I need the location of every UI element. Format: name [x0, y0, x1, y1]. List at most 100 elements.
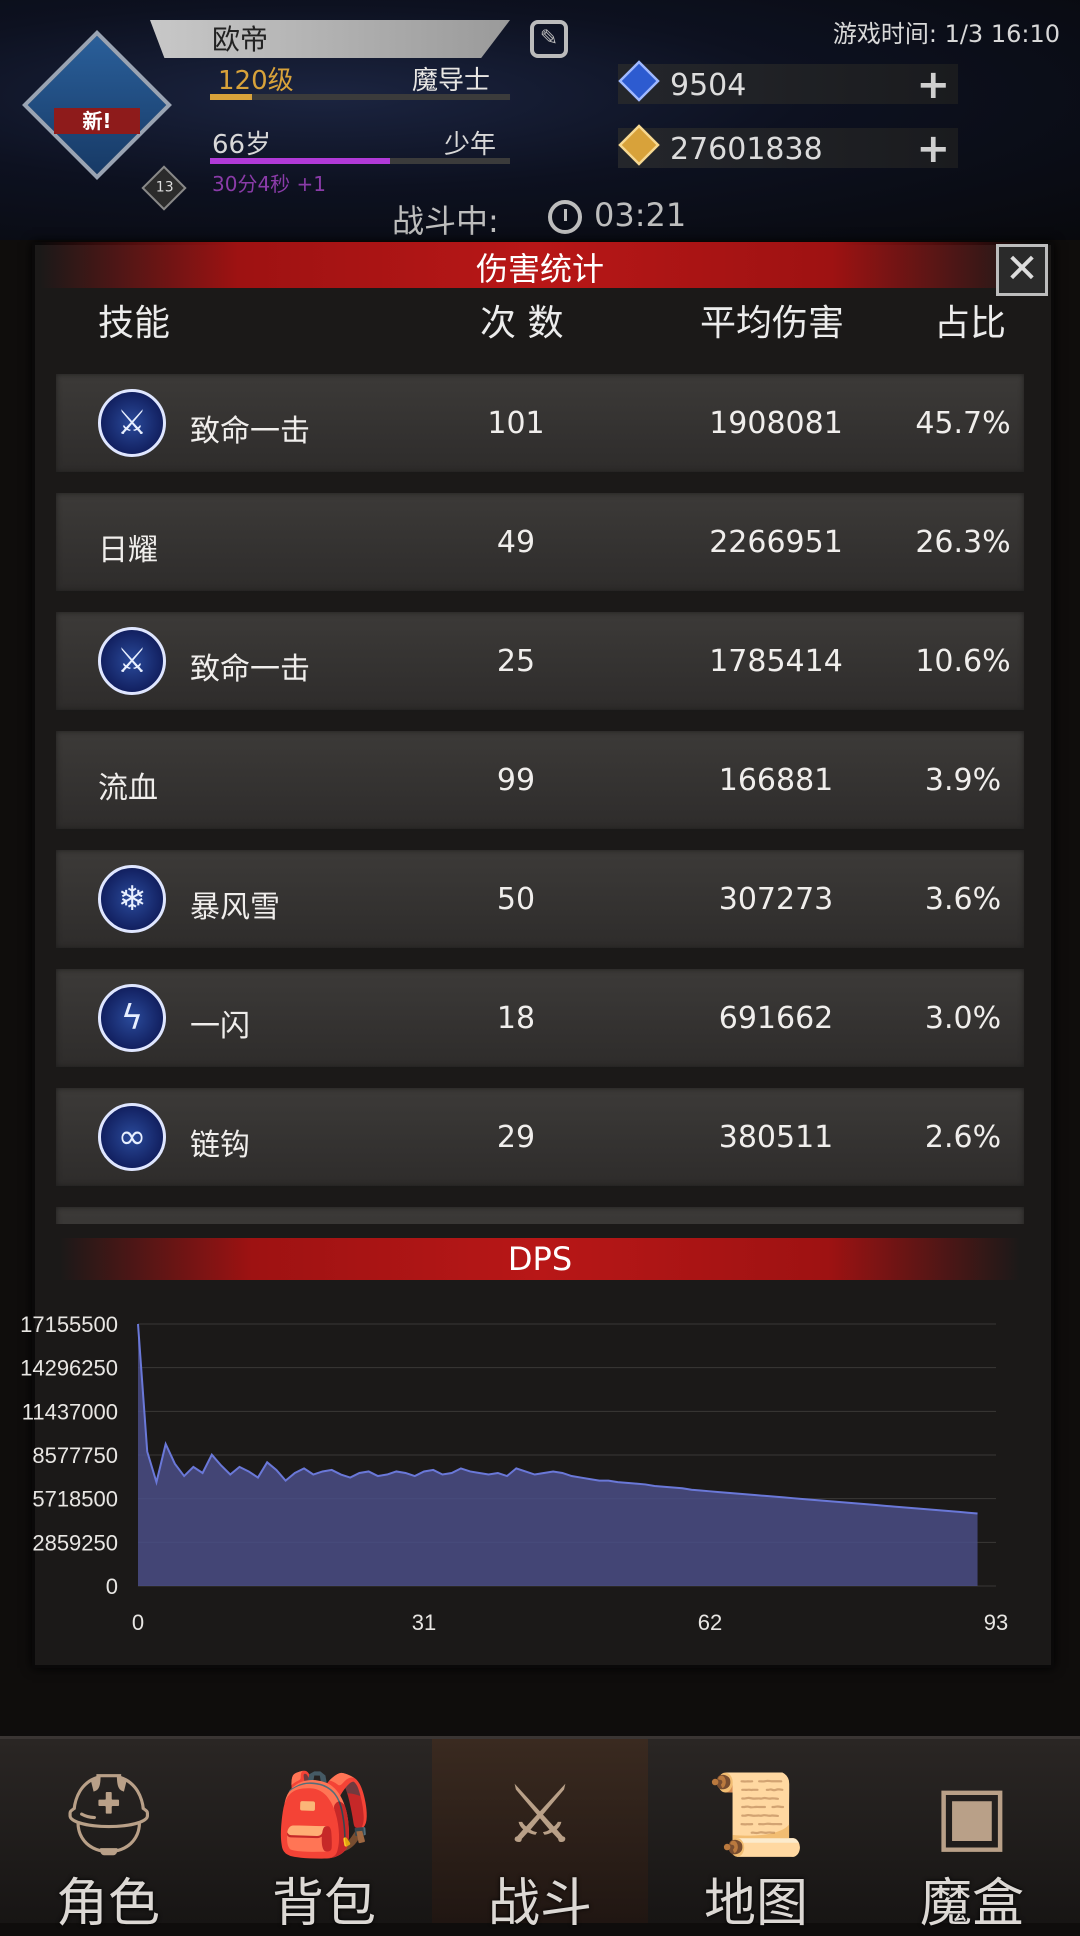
skill-ratio: 3.0% [924, 1001, 1002, 1036]
skill-name: 致命一击 [190, 652, 310, 687]
y-tick-label: 8577750 [32, 1443, 118, 1468]
player-name: 欧帝 [212, 23, 269, 56]
nav-tab-map[interactable]: 📜 地图 [648, 1739, 864, 1934]
nav-tab-character[interactable]: ⛑ 角色 [0, 1739, 216, 1934]
y-tick-label: 11437000 [22, 1399, 118, 1424]
skill-name: 暴风雪 [190, 890, 280, 925]
column-header-skill: 技能 [98, 303, 171, 344]
nav-label: 背包 [271, 1874, 376, 1934]
age-stage: 少年 [444, 130, 497, 160]
skill-name: 流血 [98, 771, 158, 806]
blizzard-icon: ❄ [98, 865, 166, 933]
y-tick-label: 14296250 [20, 1356, 118, 1381]
nav-tab-backpack[interactable]: 🎒 背包 [216, 1739, 432, 1934]
skill-avg-damage: 1785414 [709, 644, 843, 679]
flash-icon: ϟ [98, 984, 166, 1052]
nav-tab-magic-box[interactable]: ▣ 魔盒 [864, 1739, 1080, 1934]
skill-avg-damage: 1908081 [709, 406, 843, 441]
battle-time: 03:21 [594, 196, 687, 234]
y-tick-label: 2859250 [32, 1530, 118, 1555]
skill-row: 流血 99 166881 3.9% [56, 731, 1024, 831]
blue-gem-amount: 9504 [670, 68, 747, 103]
battle-status: 战斗中: [392, 202, 499, 240]
panel-title: 伤害统计 [475, 250, 604, 288]
skill-ratio: 10.6% [915, 644, 1011, 679]
skill-avg-damage: 691662 [718, 1001, 834, 1036]
skill-count: 18 [496, 1001, 536, 1036]
nav-label: 魔盒 [919, 1874, 1024, 1934]
x-tick-label: 62 [698, 1610, 722, 1635]
new-badge: 新! [54, 108, 140, 134]
skill-avg-damage: 380511 [718, 1120, 834, 1155]
currency-blue-gem: 9504 + [618, 60, 958, 108]
nav-label: 战斗 [487, 1874, 592, 1934]
skill-row-partial [56, 1207, 1024, 1224]
column-header-ratio: 占比 [934, 303, 1007, 344]
player-age: 66岁 [212, 130, 272, 160]
level-progress-bar [210, 94, 510, 100]
critical-strike-icon: ⚔ [98, 627, 166, 695]
map-scroll-icon: 📜 [706, 1768, 806, 1861]
player-header: 新! 13 欧帝 ✎ 120级 魔导士 66岁 少年 30分4秒 +1 游戏时间… [0, 0, 1080, 240]
gold-gem-icon [618, 124, 660, 166]
stopwatch-icon [548, 200, 582, 234]
skill-count: 29 [496, 1120, 536, 1155]
skill-row: ∞ 链钩 29 380511 2.6% [56, 1088, 1024, 1188]
skill-name: 致命一击 [190, 414, 310, 449]
skill-row: ⚔ 致命一击 25 1785414 10.6% [56, 612, 1024, 712]
y-tick-label: 0 [106, 1574, 118, 1599]
skill-count: 50 [496, 882, 536, 917]
skill-name: 日耀 [98, 533, 158, 568]
player-class: 魔导士 [412, 66, 491, 96]
x-tick-label: 31 [412, 1610, 436, 1635]
chain-hook-icon: ∞ [98, 1103, 166, 1171]
skill-count: 101 [487, 406, 545, 441]
dps-title: DPS [507, 1240, 573, 1278]
edit-name-icon[interactable]: ✎ [530, 20, 568, 58]
avatar-frame [22, 30, 172, 180]
add-gold-gem-button[interactable]: + [916, 126, 950, 172]
sword-shield-icon: ⚔ [504, 1768, 576, 1861]
skill-ratio: 26.3% [915, 525, 1011, 560]
skill-count: 99 [496, 763, 536, 798]
skill-avg-damage: 166881 [718, 763, 834, 798]
skill-list[interactable]: ⚔ 致命一击 101 1908081 45.7% 日耀 49 2266951 2… [56, 374, 1024, 1224]
game-time: 游戏时间: 1/3 16:10 [832, 20, 1060, 48]
magic-box-icon: ▣ [934, 1768, 1010, 1861]
skill-ratio: 3.9% [924, 763, 1002, 798]
x-tick-label: 93 [984, 1610, 1008, 1635]
age-timer: 30分4秒 +1 [212, 172, 327, 196]
blue-gem-icon [618, 60, 660, 102]
avatar-level-badge: 13 [141, 165, 187, 211]
currency-gold-gem: 27601838 + [618, 124, 958, 172]
nav-label: 地图 [703, 1874, 808, 1934]
player-avatar[interactable]: 新! 13 [22, 30, 187, 211]
age-progress-bar [210, 158, 510, 164]
player-level: 120级 [218, 66, 294, 96]
nav-tab-battle[interactable]: ⚔ 战斗 [432, 1739, 648, 1934]
column-header-avg: 平均伤害 [700, 303, 845, 344]
bottom-nav: ⛑ 角色 🎒 背包 ⚔ 战斗 📜 地图 ▣ 魔盒 [0, 1736, 1080, 1934]
skill-count: 25 [496, 644, 536, 679]
backpack-icon: 🎒 [274, 1768, 374, 1861]
critical-strike-icon: ⚔ [98, 389, 166, 457]
skill-row: ❄ 暴风雪 50 307273 3.6% [56, 850, 1024, 950]
skill-ratio: 3.6% [924, 882, 1002, 917]
add-blue-gem-button[interactable]: + [916, 62, 950, 108]
column-header-count: 次 数 [480, 303, 564, 344]
name-plate [150, 20, 510, 58]
y-tick-label: 5718500 [32, 1487, 118, 1512]
skill-name: 链钩 [190, 1128, 250, 1163]
skill-count: 49 [496, 525, 536, 560]
nav-label: 角色 [55, 1874, 160, 1934]
close-button[interactable]: ✕ [996, 244, 1048, 296]
skill-row: ⚔ 致命一击 101 1908081 45.7% [56, 374, 1024, 474]
skill-row: ϟ 一闪 18 691662 3.0% [56, 969, 1024, 1069]
x-tick-label: 0 [132, 1610, 144, 1635]
dps-chart: 17155500 14296250 11437000 8577750 5718500 28… [20, 1312, 1008, 1635]
y-tick-label: 17155500 [20, 1312, 118, 1337]
skill-name: 一闪 [190, 1009, 250, 1044]
gold-gem-amount: 27601838 [670, 132, 823, 167]
skill-ratio: 45.7% [915, 406, 1011, 441]
skill-ratio: 2.6% [924, 1120, 1002, 1155]
